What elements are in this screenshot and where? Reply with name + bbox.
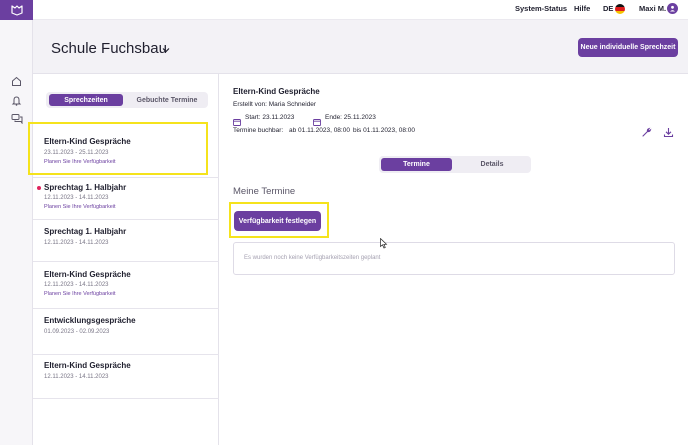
new-individual-slot-button[interactable]: Neue individuelle Sprechzeit bbox=[578, 38, 678, 57]
list-item-hint: Planen Sie Ihre Verfügbarkeit bbox=[44, 291, 116, 297]
calendar-icon bbox=[313, 113, 321, 126]
created-by: Erstellt von: Maria Schneider bbox=[233, 101, 317, 108]
help-link[interactable]: Hilfe bbox=[574, 4, 590, 13]
wrench-icon[interactable] bbox=[641, 125, 652, 137]
bookable-to: bis 01.11.2023, 08:00 bbox=[353, 127, 416, 134]
list-item-date: 12.11.2023 - 14.11.2023 bbox=[44, 374, 109, 380]
section-heading: Meine Termine bbox=[233, 186, 296, 197]
page-title: Schule Fuchsbau bbox=[51, 40, 167, 57]
list-item-hint: Planen Sie Ihre Verfügbarkeit bbox=[44, 204, 116, 210]
home-icon[interactable] bbox=[10, 75, 23, 88]
list-item[interactable]: Eltern-Kind Gespräche 12.11.2023 - 14.11… bbox=[33, 355, 219, 399]
list-item-title: Eltern-Kind Gespräche bbox=[44, 270, 131, 279]
tab-details[interactable]: Details bbox=[455, 158, 529, 171]
list-item-date: 12.11.2023 - 14.11.2023 bbox=[44, 195, 109, 201]
bookable-from: ab 01.11.2023, 08:00 bbox=[289, 127, 350, 134]
chevron-down-icon[interactable] bbox=[161, 42, 171, 53]
mouse-cursor-icon bbox=[380, 236, 388, 249]
start-date: Start: 23.11.2023 bbox=[245, 114, 295, 121]
user-avatar-icon[interactable] bbox=[667, 3, 678, 14]
empty-state-message: Es wurden noch keine Verfügbarkeitszeite… bbox=[244, 255, 381, 261]
list-item-date: 01.09.2023 - 02.09.2023 bbox=[44, 329, 110, 335]
tab-gebuchte-termine[interactable]: Gebuchte Termine bbox=[128, 94, 206, 106]
language-selector[interactable]: DE bbox=[603, 4, 613, 13]
calendar-icon bbox=[233, 113, 241, 126]
highlight-frame bbox=[28, 122, 208, 175]
bell-icon[interactable] bbox=[10, 94, 23, 107]
list-segment-control: Sprechzeiten Gebuchte Termine bbox=[46, 92, 208, 108]
tab-sprechzeiten[interactable]: Sprechzeiten bbox=[49, 94, 123, 106]
german-flag-icon bbox=[615, 4, 625, 14]
user-name[interactable]: Maxi M. bbox=[639, 4, 666, 13]
detail-title: Eltern-Kind Gespräche bbox=[233, 87, 320, 96]
chat-icon[interactable] bbox=[10, 112, 23, 125]
list-item[interactable]: Eltern-Kind Gespräche 12.11.2023 - 14.11… bbox=[33, 262, 219, 309]
list-item[interactable]: Entwicklungsgespräche 01.09.2023 - 02.09… bbox=[33, 309, 219, 355]
list-item[interactable]: Sprechtag 1. Halbjahr 12.11.2023 - 14.11… bbox=[33, 220, 219, 262]
detail-tabs: Termine Details bbox=[379, 156, 531, 173]
list-item-date: 12.11.2023 - 14.11.2023 bbox=[44, 282, 109, 288]
list-item-title: Entwicklungsgespräche bbox=[44, 316, 136, 325]
bookable-label: Termine buchbar: bbox=[233, 127, 284, 134]
list-item-date: 12.11.2023 - 14.11.2023 bbox=[44, 240, 109, 246]
unread-dot bbox=[37, 186, 41, 190]
download-icon[interactable] bbox=[663, 125, 674, 138]
list-item-title: Eltern-Kind Gespräche bbox=[44, 361, 131, 370]
list-item[interactable]: Sprechtag 1. Halbjahr 12.11.2023 - 14.11… bbox=[33, 178, 219, 220]
list-item-title: Sprechtag 1. Halbjahr bbox=[44, 227, 127, 236]
system-status-link[interactable]: System-Status bbox=[515, 4, 567, 13]
tab-termine[interactable]: Termine bbox=[381, 158, 452, 171]
end-date: Ende: 25.11.2023 bbox=[325, 114, 376, 121]
icon-rail bbox=[0, 0, 33, 445]
empty-state-box: Es wurden noch keine Verfügbarkeitszeite… bbox=[233, 242, 675, 275]
highlight-frame bbox=[229, 202, 329, 238]
app-logo-icon[interactable] bbox=[0, 0, 33, 20]
list-item-title: Sprechtag 1. Halbjahr bbox=[44, 183, 127, 192]
